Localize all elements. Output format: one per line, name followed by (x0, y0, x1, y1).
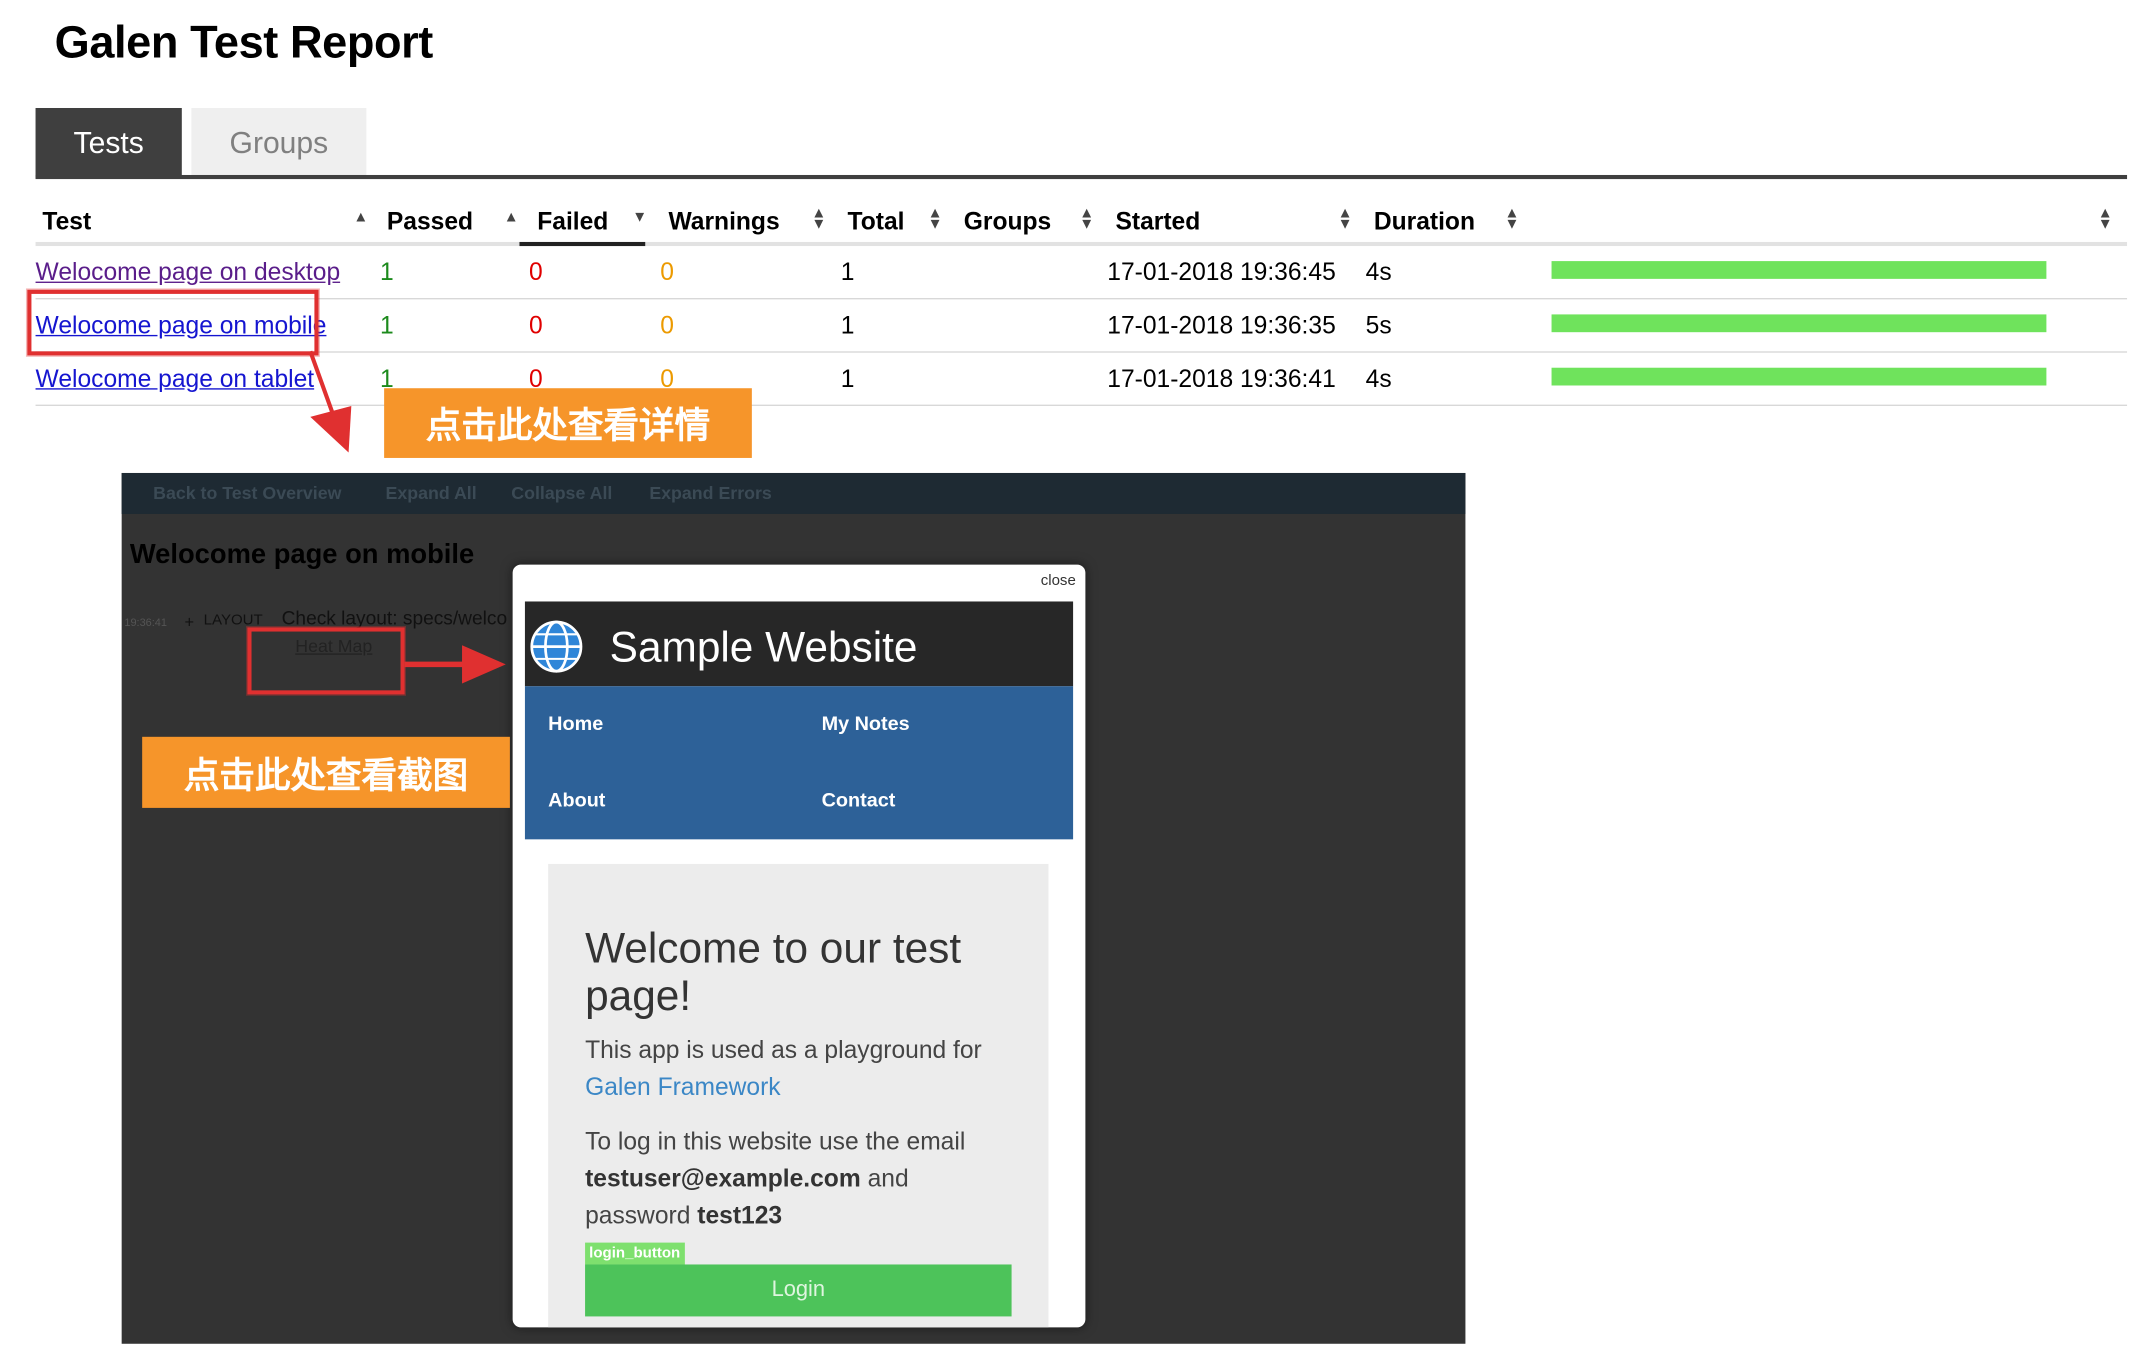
duration: 4s (1365, 364, 1392, 393)
duration: 5s (1365, 311, 1392, 340)
total-count: 1 (840, 258, 855, 286)
failed-count: 0 (529, 258, 543, 286)
sort-down-icon[interactable]: ▼ (632, 210, 648, 225)
password-label: password (585, 1201, 691, 1229)
sort-both-icon[interactable]: ▲ ▼ (811, 206, 827, 232)
test-password: test123 (697, 1201, 783, 1229)
welcome-heading: Welcome to our test page! (585, 924, 962, 1020)
expand-all-link[interactable]: Expand All (385, 483, 476, 504)
column-header-duration[interactable]: Duration (1374, 208, 1475, 237)
test-email: testuser@example.com (585, 1164, 861, 1193)
sort-both-icon[interactable]: ▲ ▼ (1504, 206, 1520, 232)
galen-framework-link[interactable]: Galen Framework (585, 1073, 781, 1100)
site-header: Sample Website (524, 601, 1074, 687)
intro-paragraph: This app is used as a playground for Gal… (585, 1032, 1036, 1106)
column-header-started[interactable]: Started (1115, 208, 1200, 237)
close-button[interactable]: close (1041, 573, 1076, 589)
collapse-all-link[interactable]: Collapse All (511, 483, 612, 504)
check-timestamp: 19:36:41 (124, 616, 167, 629)
detail-title: Welocome page on mobile (129, 539, 475, 571)
expand-errors-link[interactable]: Expand Errors (649, 483, 771, 504)
screenshot-modal: close Sample Website Home My Notes About… (512, 564, 1086, 1328)
login-button-tag: login_button (585, 1242, 685, 1265)
check-layout-text[interactable]: Check layout: specs/welco (282, 607, 508, 629)
test-link-desktop[interactable]: Welocome page on desktop (36, 258, 341, 287)
failed-count: 0 (529, 311, 543, 340)
warnings-count: 0 (660, 258, 674, 286)
nav-contact[interactable]: Contact (822, 790, 896, 812)
callout-view-details: 点击此处查看详情 (384, 388, 752, 458)
column-header-groups[interactable]: Groups (964, 208, 1052, 237)
callout-view-screenshot: 点击此处查看截图 (142, 736, 510, 808)
expand-check-icon[interactable]: + (185, 612, 195, 631)
nav-about[interactable]: About (548, 790, 605, 812)
annotation-highlight-box (247, 627, 405, 695)
login-instructions: To log in this website use the email tes… (585, 1124, 1036, 1235)
started-time: 17-01-2018 19:36:35 (1107, 311, 1336, 340)
duration: 4s (1365, 258, 1392, 286)
progress-bar (1551, 261, 2047, 279)
arrow-icon (404, 645, 506, 684)
tab-groups[interactable]: Groups (191, 107, 367, 178)
column-header-passed[interactable]: Passed (387, 208, 473, 237)
instructions-text: To log in this website use the email (585, 1127, 966, 1156)
warnings-count: 0 (660, 311, 674, 340)
arrow-icon (308, 350, 352, 453)
sort-both-icon[interactable]: ▲ ▼ (1337, 206, 1353, 232)
started-time: 17-01-2018 19:36:41 (1107, 364, 1336, 393)
tabs-divider (35, 174, 2128, 180)
sort-both-icon[interactable]: ▲ ▼ (927, 206, 943, 232)
site-nav: Home My Notes About Contact (524, 686, 1074, 840)
tab-tests[interactable]: Tests (35, 107, 182, 178)
sort-both-icon[interactable]: ▲ ▼ (1079, 206, 1095, 232)
progress-bar (1551, 367, 2047, 386)
welcome-panel: Welcome to our test page! This app is us… (548, 863, 1049, 1328)
column-header-test[interactable]: Test (42, 208, 91, 237)
started-time: 17-01-2018 19:36:45 (1107, 258, 1336, 286)
total-count: 1 (840, 364, 855, 393)
login-button[interactable]: Login (585, 1264, 1012, 1317)
total-count: 1 (840, 311, 855, 340)
back-to-overview-link[interactable]: Back to Test Overview (153, 483, 341, 504)
report-detail-screenshot: Back to Test Overview Expand All Collaps… (121, 472, 1466, 1344)
intro-text: This app is used as a playground for (585, 1036, 982, 1064)
nav-home[interactable]: Home (548, 714, 603, 736)
header-divider (35, 241, 2128, 247)
passed-count: 1 (380, 258, 394, 286)
nav-my-notes[interactable]: My Notes (822, 714, 910, 736)
annotation-highlight-box (27, 289, 319, 356)
sort-up-icon[interactable]: ▲ (353, 210, 369, 225)
page-title: Galen Test Report (54, 16, 434, 67)
column-header-total[interactable]: Total (848, 208, 905, 237)
test-link-tablet[interactable]: Welocome page on tablet (36, 365, 315, 394)
sorted-column-indicator (519, 241, 646, 247)
passed-count: 1 (380, 311, 394, 340)
sort-both-icon[interactable]: ▲ ▼ (2097, 206, 2113, 232)
column-header-failed[interactable]: Failed (537, 208, 608, 237)
progress-bar (1551, 314, 2047, 333)
and-text: and (867, 1164, 909, 1193)
sort-up-icon[interactable]: ▲ (503, 210, 519, 225)
globe-icon (530, 620, 583, 673)
column-header-warnings[interactable]: Warnings (668, 208, 779, 237)
row-divider (35, 298, 2128, 300)
layout-tag: LAYOUT (203, 612, 263, 629)
site-title: Sample Website (609, 623, 918, 672)
